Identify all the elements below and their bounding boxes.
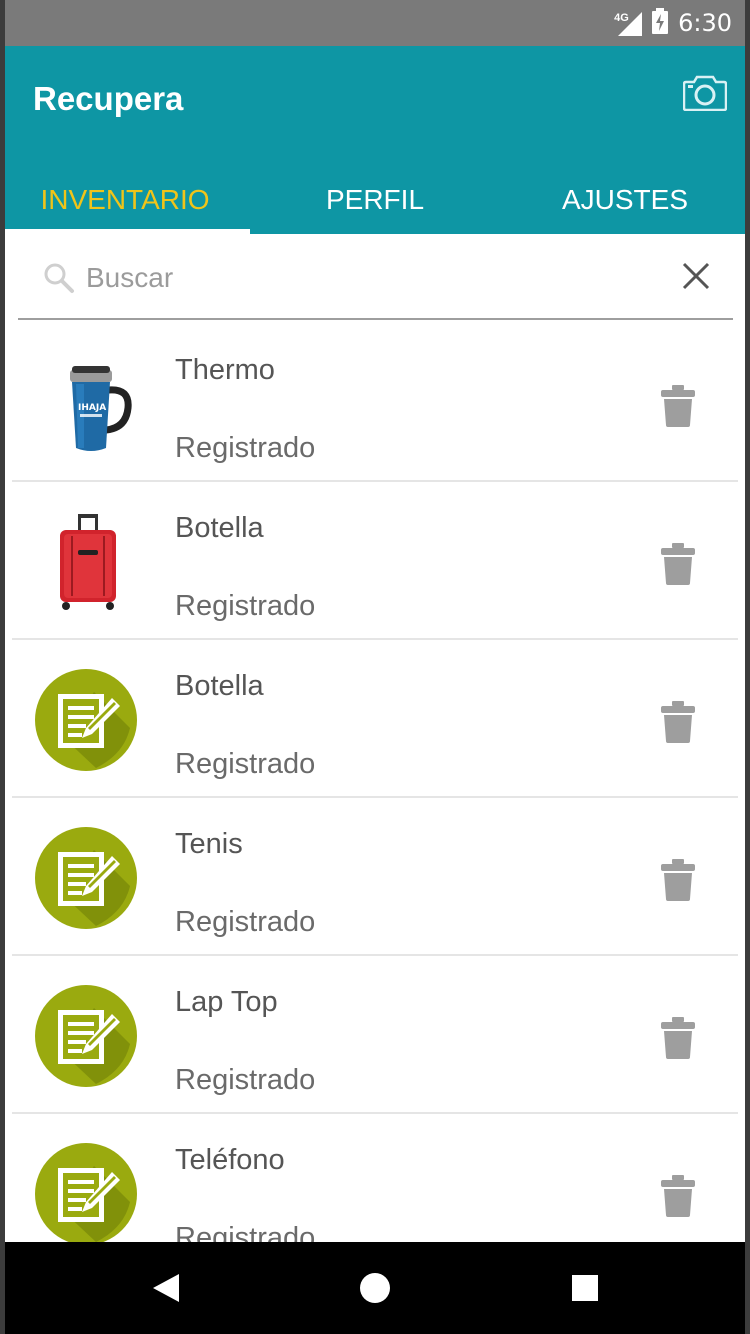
item-status: Registrado (175, 432, 316, 464)
trash-icon (661, 385, 695, 427)
back-button[interactable] (146, 1268, 186, 1308)
recents-icon (572, 1275, 598, 1301)
list-item[interactable]: Teléfono Registrado (12, 1114, 738, 1242)
thermo-mug-image: IHAJA (34, 352, 138, 456)
tab-perfil[interactable]: PERFIL (250, 166, 500, 234)
app-title: Recupera (33, 80, 184, 117)
home-icon (360, 1273, 390, 1303)
signal-icon: 4G (614, 10, 643, 36)
item-title: Lap Top (175, 986, 278, 1018)
list-item[interactable]: Botella Registrado (12, 482, 738, 640)
recents-button[interactable] (565, 1268, 605, 1308)
trash-icon (661, 543, 695, 585)
svg-text:IHAJA: IHAJA (78, 403, 106, 413)
delete-button[interactable] (660, 542, 696, 586)
search-icon (43, 262, 75, 299)
item-title: Tenis (175, 828, 243, 860)
tab-bar: INVENTARIO PERFIL AJUSTES (0, 166, 750, 234)
trash-icon (661, 1175, 695, 1217)
note-icon (34, 668, 138, 772)
search-bar (18, 234, 733, 320)
item-status: Registrado (175, 590, 316, 622)
system-nav-bar (0, 1242, 750, 1334)
app-bar: Recupera INVENTARIO PERFIL AJUSTES (0, 46, 750, 234)
status-bar: 4G 6:30 (0, 0, 750, 46)
item-status: Registrado (175, 1064, 316, 1096)
list-item[interactable]: IHAJA Thermo Registrado (12, 324, 738, 482)
home-button[interactable] (355, 1268, 395, 1308)
delete-button[interactable] (660, 1174, 696, 1218)
delete-button[interactable] (660, 858, 696, 902)
item-title: Thermo (175, 354, 275, 386)
red-suitcase-image (34, 510, 138, 614)
delete-button[interactable] (660, 1016, 696, 1060)
note-icon (34, 984, 138, 1088)
list-item[interactable]: Tenis Registrado (12, 798, 738, 956)
network-label: 4G (614, 12, 629, 24)
clock: 6:30 (678, 9, 732, 37)
battery-icon (652, 7, 669, 39)
trash-icon (661, 701, 695, 743)
inventory-list: IHAJA Thermo Registrado Botella Registra… (0, 324, 750, 1242)
back-icon (153, 1274, 179, 1302)
item-title: Teléfono (175, 1144, 285, 1176)
item-status: Registrado (175, 1222, 316, 1242)
camera-icon (683, 75, 727, 111)
tab-inventario[interactable]: INVENTARIO (0, 166, 250, 234)
trash-icon (661, 1017, 695, 1059)
trash-icon (661, 859, 695, 901)
list-item[interactable]: Botella Registrado (12, 640, 738, 798)
note-icon (34, 826, 138, 930)
item-title: Botella (175, 512, 264, 544)
item-title: Botella (175, 670, 264, 702)
list-item[interactable]: Lap Top Registrado (12, 956, 738, 1114)
camera-button[interactable] (682, 70, 728, 116)
item-status: Registrado (175, 748, 316, 780)
search-input[interactable] (86, 256, 656, 300)
tab-ajustes[interactable]: AJUSTES (500, 166, 750, 234)
close-icon (682, 262, 710, 290)
item-status: Registrado (175, 906, 316, 938)
note-icon (34, 1142, 138, 1242)
delete-button[interactable] (660, 700, 696, 744)
clear-search-button[interactable] (679, 259, 713, 293)
delete-button[interactable] (660, 384, 696, 428)
